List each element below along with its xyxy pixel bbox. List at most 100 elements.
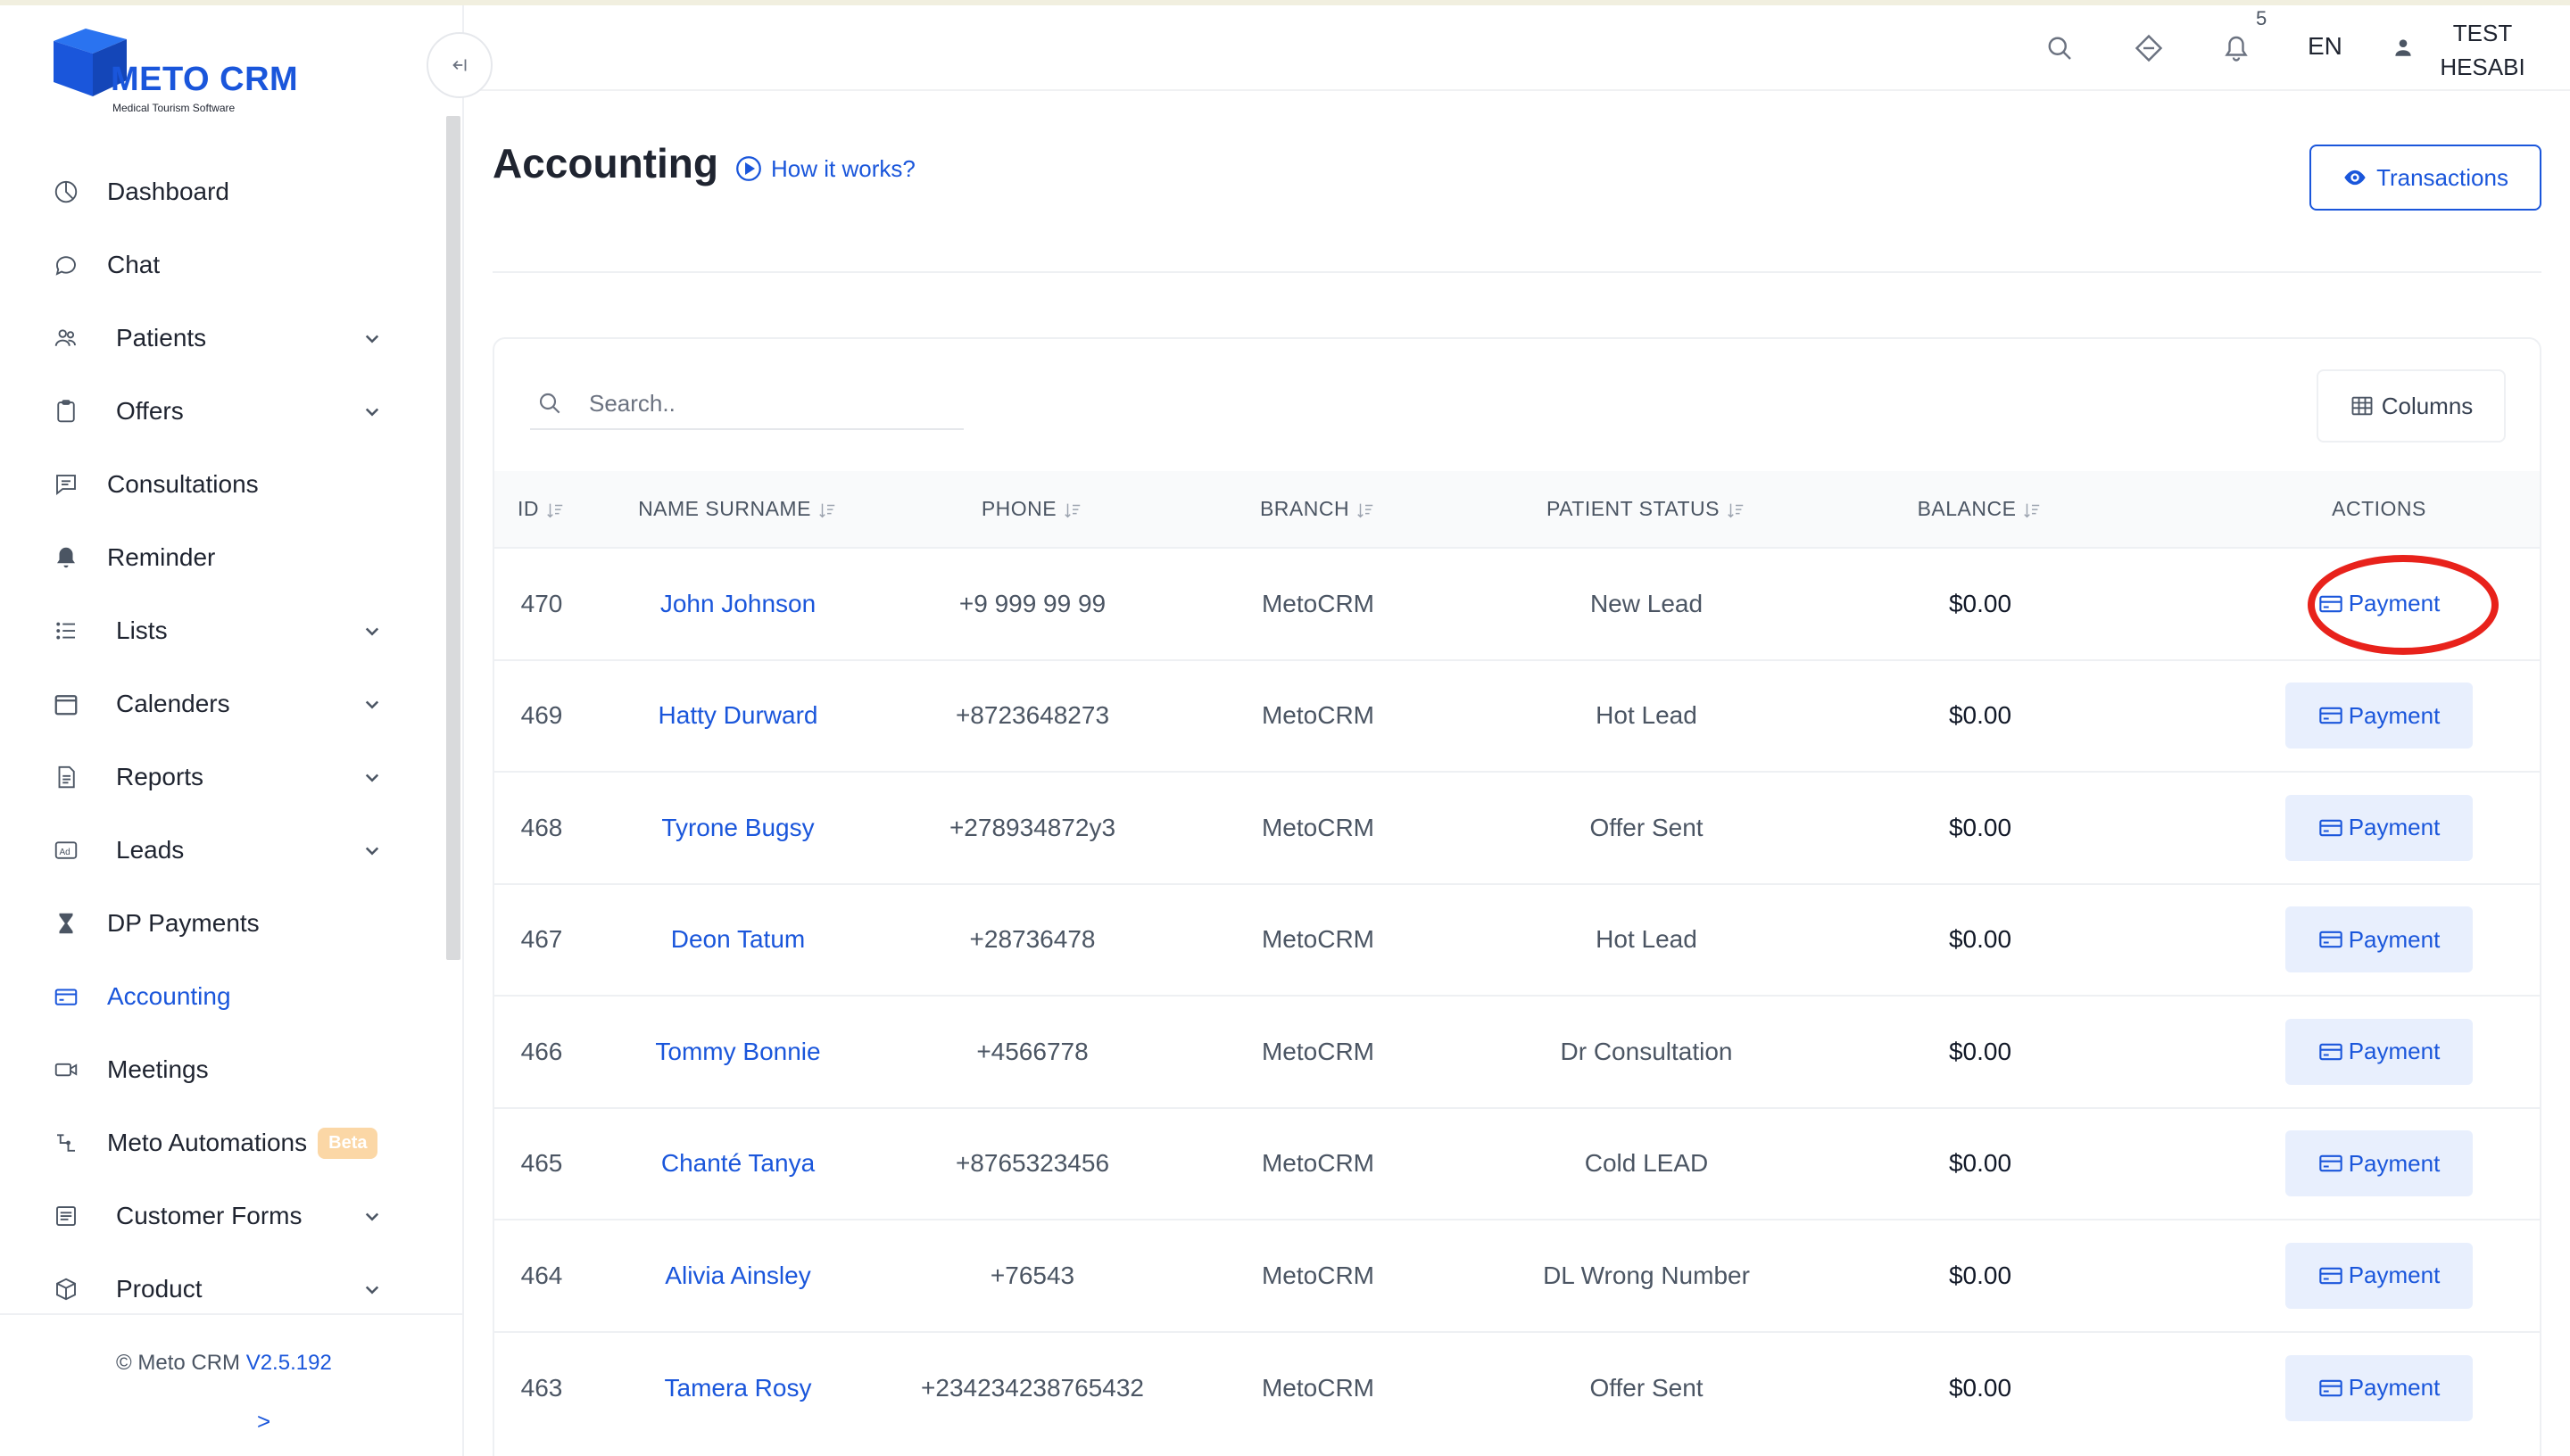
patient-name-link[interactable]: Deon Tatum — [589, 884, 887, 997]
copyright: © Meto CRM V2.5.192 — [116, 1351, 332, 1376]
accounting-table-card: Columns ID NAME SURNAME PHONE BRANCH PAT… — [493, 337, 2541, 1456]
columns-button[interactable]: Columns — [2317, 369, 2506, 443]
sidebar-item-consultations[interactable]: Consultations — [0, 448, 419, 521]
payment-button[interactable]: Payment — [2285, 794, 2473, 861]
cell-balance: $0.00 — [1948, 1261, 2012, 1289]
cell-phone: +8723648273 — [955, 701, 1110, 730]
payment-button[interactable]: Payment — [2285, 571, 2473, 637]
table-row: 463 Tamera Rosy +234234238765432 MetoCRM Off… — [494, 1331, 2540, 1444]
sidebar-item-label: Leads — [116, 836, 185, 864]
version-link[interactable]: V2.5.192 — [246, 1351, 332, 1375]
payment-button[interactable]: Payment — [2285, 1130, 2473, 1197]
patient-name-link[interactable]: Tommy Bonnie — [589, 996, 887, 1108]
hourglass-icon — [50, 907, 82, 939]
sidebar-item-lists[interactable]: Lists — [0, 594, 419, 667]
payment-label: Payment — [2348, 701, 2441, 729]
cell-actions: Payment — [2126, 1220, 2540, 1332]
patient-name-link[interactable]: Alivia Ainsley — [589, 1220, 887, 1332]
column-header-name[interactable]: NAME SURNAME — [589, 471, 887, 548]
patient-name-link[interactable]: John Johnson — [589, 548, 887, 660]
column-header-id[interactable]: ID — [494, 471, 589, 548]
sidebar-expand-button[interactable]: > — [257, 1408, 270, 1435]
credit-card-icon — [2318, 707, 2342, 724]
table-row: 464 Alivia Ainsley +76543 MetoCRM DL Wrong N… — [494, 1220, 2540, 1332]
search-icon[interactable] — [2044, 32, 2076, 64]
column-header-patient-status[interactable]: PATIENT STATUS — [1458, 471, 1835, 548]
payment-button[interactable]: Payment — [2285, 1018, 2473, 1085]
sidebar-item-label: Chat — [107, 251, 161, 278]
cell-id: 466 — [520, 1037, 563, 1065]
sidebar-item-dashboard[interactable]: Dashboard — [0, 155, 419, 228]
bell-icon[interactable] — [2220, 32, 2252, 64]
sort-icon — [1065, 503, 1081, 518]
language-selector[interactable]: EN — [2308, 32, 2342, 61]
sort-icon — [547, 503, 563, 518]
payment-label: Payment — [2348, 925, 2441, 953]
sidebar-item-patients[interactable]: Patients — [0, 302, 419, 375]
sidebar-item-dp-payments[interactable]: DP Payments — [0, 887, 419, 960]
collapse-left-icon — [452, 59, 467, 71]
sidebar-item-reminder[interactable]: Reminder — [0, 521, 419, 594]
sidebar-item-offers[interactable]: Offers — [0, 375, 419, 448]
chevron-down-icon — [365, 1212, 379, 1221]
cell-branch: MetoCRM — [1261, 1373, 1374, 1402]
sidebar-item-meetings[interactable]: Meetings — [0, 1033, 419, 1106]
cell-phone: +278934872y3 — [949, 813, 1116, 841]
cell-phone: +76543 — [990, 1261, 1075, 1289]
sort-icon — [2024, 503, 2040, 518]
chevron-down-icon — [365, 774, 379, 782]
payment-button[interactable]: Payment — [2285, 906, 2473, 973]
cell-branch: MetoCRM — [1261, 813, 1374, 841]
credit-card-icon — [2318, 819, 2342, 836]
logo[interactable]: METO CRM Medical Tourism Software — [50, 20, 318, 118]
sidebar-item-leads[interactable]: Ad Leads — [0, 814, 419, 887]
page-title: Accounting — [493, 140, 718, 186]
patient-name-link[interactable]: Chanté Tanya — [589, 1108, 887, 1220]
sidebar-item-label: DP Payments — [107, 909, 260, 937]
sidebar-item-customer-forms[interactable]: Customer Forms — [0, 1179, 419, 1253]
sidebar-scrollbar[interactable] — [446, 116, 460, 960]
chevron-down-icon — [365, 627, 379, 636]
dashboard-icon — [50, 176, 82, 208]
cell-patient-status: DL Wrong Number — [1543, 1261, 1750, 1289]
credit-card-icon — [2318, 1155, 2342, 1172]
cell-branch: MetoCRM — [1261, 925, 1374, 954]
sidebar: METO CRM Medical Tourism Software Dashbo… — [0, 5, 464, 1456]
table-row: 468 Tyrone Bugsy +278934872y3 MetoCRM Offer … — [494, 772, 2540, 884]
sidebar-nav: Dashboard Chat Patients Offers Consultat… — [0, 155, 419, 1326]
patient-name-link[interactable]: Tamera Rosy — [589, 1332, 887, 1444]
sidebar-item-reports[interactable]: Reports — [0, 740, 419, 814]
cell-phone: +4566778 — [976, 1037, 1089, 1065]
beta-badge: Beta — [318, 1127, 378, 1159]
column-header-phone[interactable]: PHONE — [887, 471, 1178, 548]
credit-card-icon — [50, 980, 82, 1013]
sidebar-collapse-button[interactable] — [427, 32, 493, 98]
chevron-down-icon — [365, 335, 379, 343]
sidebar-item-chat[interactable]: Chat — [0, 228, 419, 302]
user-name[interactable]: TEST HESABI — [2420, 16, 2545, 84]
sort-icon — [819, 503, 835, 518]
transactions-button[interactable]: Transactions — [2309, 145, 2541, 211]
cell-branch: MetoCRM — [1261, 1037, 1374, 1065]
diamond-icon[interactable] — [2133, 32, 2165, 64]
search-input[interactable] — [589, 389, 928, 418]
patient-name-link[interactable]: Tyrone Bugsy — [589, 772, 887, 884]
sidebar-item-meto-automations[interactable]: Meto Automations Beta — [0, 1106, 419, 1179]
column-header-balance[interactable]: BALANCE — [1835, 471, 2126, 548]
sidebar-item-label: Dashboard — [107, 178, 229, 205]
patient-name-link[interactable]: Hatty Durward — [589, 660, 887, 773]
payment-button[interactable]: Payment — [2285, 682, 2473, 749]
cell-actions: Payment — [2126, 660, 2540, 773]
cell-id: 465 — [520, 1149, 563, 1178]
payment-button[interactable]: Payment — [2285, 1242, 2473, 1309]
sidebar-item-calenders[interactable]: Calenders — [0, 667, 419, 740]
column-header-branch[interactable]: BRANCH — [1178, 471, 1458, 548]
payment-button[interactable]: Payment — [2285, 1354, 2473, 1421]
sidebar-item-accounting[interactable]: Accounting — [0, 960, 419, 1033]
sidebar-item-label: Product — [116, 1275, 203, 1303]
cell-balance: $0.00 — [1948, 1373, 2012, 1402]
how-it-works-link[interactable]: How it works? — [734, 153, 916, 184]
cell-balance: $0.00 — [1948, 813, 2012, 841]
cell-balance: $0.00 — [1948, 1149, 2012, 1178]
table-header-row: ID NAME SURNAME PHONE BRANCH PATIENT STA… — [494, 471, 2540, 548]
